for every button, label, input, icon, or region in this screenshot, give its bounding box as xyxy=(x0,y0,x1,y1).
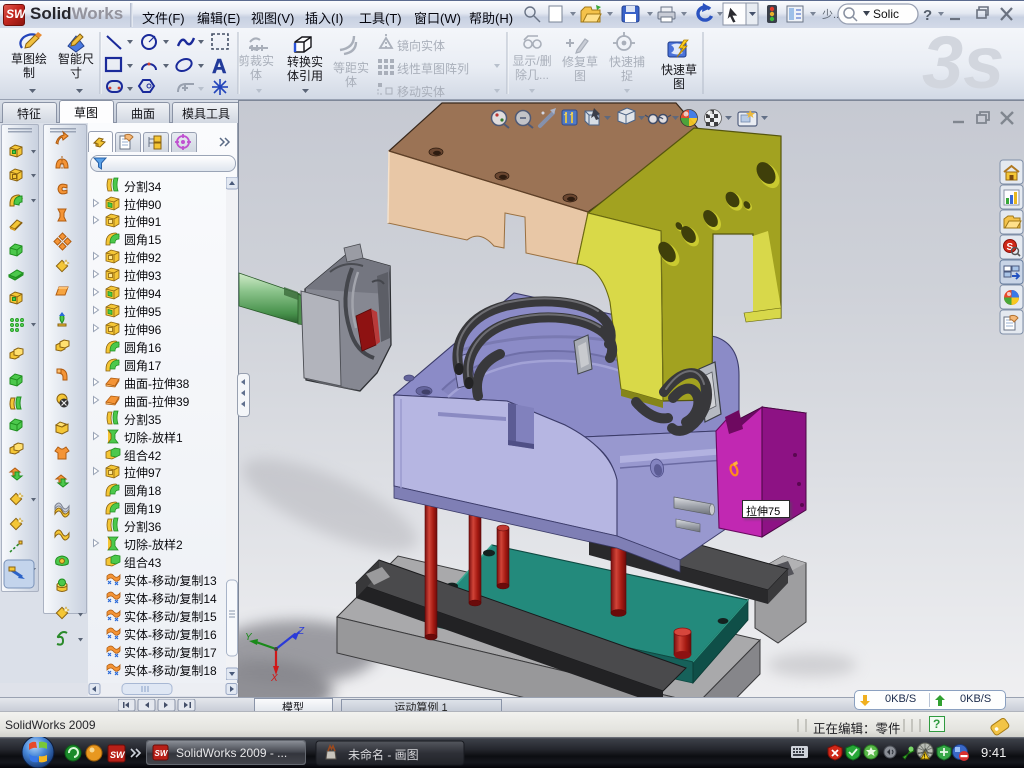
svg-text:SW: SW xyxy=(110,750,126,760)
svg-text:S: S xyxy=(1007,242,1014,253)
svg-text:9:41: 9:41 xyxy=(981,745,1006,760)
svg-text:Solic: Solic xyxy=(873,7,899,21)
svg-text:少..: 少.. xyxy=(822,8,839,21)
svg-text:X: X xyxy=(270,673,278,684)
svg-text:SW: SW xyxy=(155,749,169,758)
svg-text:!: ! xyxy=(924,755,926,761)
svg-text:Z: Z xyxy=(297,626,305,637)
svg-text:A: A xyxy=(212,56,226,78)
